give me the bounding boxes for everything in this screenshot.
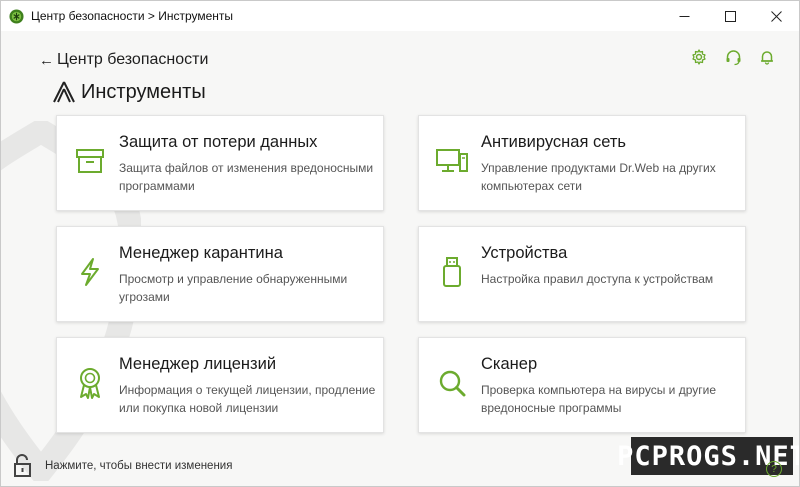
- network-computers-icon: [435, 144, 469, 178]
- magnifier-icon: [435, 366, 469, 400]
- app-window: Центр безопасности > Инструменты ← Центр…: [0, 0, 800, 487]
- card-title: Менеджер лицензий: [119, 355, 277, 373]
- usb-drive-icon: [435, 255, 469, 289]
- card-title: Сканер: [481, 355, 538, 373]
- unlocked-padlock-icon: [14, 454, 31, 477]
- card-description: Управление продуктами Dr.Web на других к…: [481, 161, 716, 193]
- minimize-button[interactable]: [661, 1, 707, 31]
- card-antivirus-network[interactable]: Антивирусная сеть Управление продуктами …: [418, 115, 746, 211]
- close-button[interactable]: [753, 1, 799, 31]
- maximize-button[interactable]: [707, 1, 753, 31]
- lightning-icon: [73, 255, 107, 289]
- minimize-icon: [679, 15, 689, 17]
- drweb-spider-icon: [8, 8, 24, 24]
- unlock-changes-button[interactable]: Нажмите, чтобы внести изменения: [13, 454, 232, 478]
- back-arrow-icon: ←: [39, 51, 54, 69]
- card-description: Информация о текущей лицензии, продление…: [119, 383, 376, 415]
- award-ribbon-icon: [73, 366, 107, 400]
- card-title: Антивирусная сеть: [481, 133, 627, 151]
- page-title: Инструменты: [52, 79, 206, 105]
- tools-icon: [53, 81, 75, 103]
- card-data-loss-protection[interactable]: Защита от потери данных Защита файлов от…: [56, 115, 384, 211]
- card-title: Защита от потери данных: [119, 133, 318, 151]
- page-title-text: Инструменты: [81, 80, 206, 103]
- card-quarantine-manager[interactable]: Менеджер карантина Просмотр и управление…: [56, 226, 384, 322]
- card-title: Менеджер карантина: [119, 244, 283, 262]
- back-link[interactable]: ← Центр безопасности: [39, 50, 208, 70]
- card-description: Настройка правил доступа к устройствам: [481, 272, 714, 286]
- help-icon[interactable]: ?: [766, 461, 782, 477]
- window-title: Центр безопасности > Инструменты: [31, 9, 234, 23]
- back-link-label: Центр безопасности: [57, 51, 209, 68]
- card-title: Устройства: [481, 244, 568, 262]
- card-description: Защита файлов от изменения вредоносными …: [119, 161, 374, 193]
- title-bar: Центр безопасности > Инструменты: [1, 1, 799, 31]
- gear-icon[interactable]: [689, 47, 709, 67]
- bell-icon[interactable]: [757, 47, 777, 67]
- unlock-changes-label: Нажмите, чтобы внести изменения: [45, 460, 233, 472]
- card-license-manager[interactable]: Менеджер лицензий Информация о текущей л…: [56, 337, 384, 433]
- headset-icon[interactable]: [723, 47, 743, 67]
- header-actions: [689, 47, 777, 67]
- archive-box-icon: [73, 144, 107, 178]
- card-description: Проверка компьютера на вирусы и другие в…: [481, 383, 717, 415]
- window-controls: [661, 1, 799, 31]
- card-devices[interactable]: Устройства Настройка правил доступа к ус…: [418, 226, 746, 322]
- maximize-icon: [724, 10, 736, 22]
- card-description: Просмотр и управление обнаруженными угро…: [119, 272, 348, 304]
- card-scanner[interactable]: Сканер Проверка компьютера на вирусы и д…: [418, 337, 746, 433]
- close-icon: [770, 10, 782, 22]
